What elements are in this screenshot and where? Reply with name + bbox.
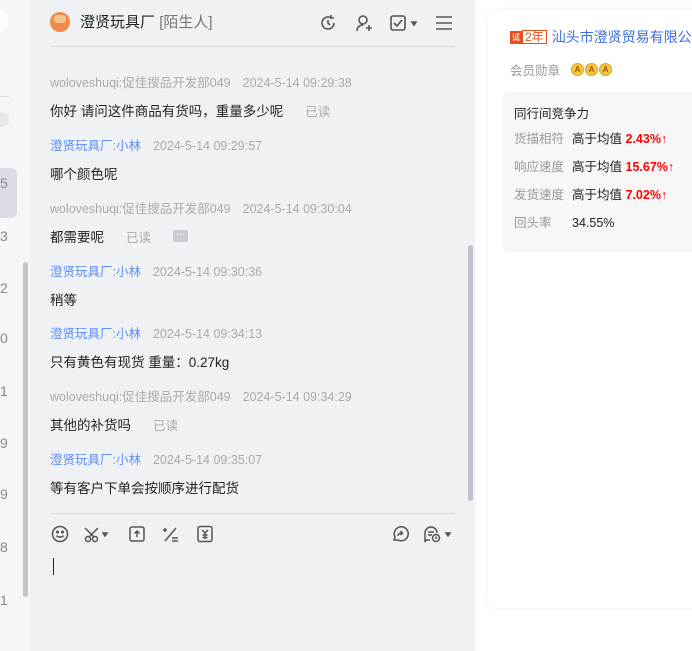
- medal-icon: A: [599, 63, 613, 76]
- timestamp: 2024-5-14 09:29:38: [242, 76, 352, 90]
- metric-desc: 高于均值: [572, 132, 623, 146]
- metric-value: 2.43%: [625, 132, 661, 146]
- message-text: 都需要呢: [50, 230, 104, 245]
- timestamp: 2024-5-14 09:30:36: [152, 265, 263, 279]
- contact-title: 澄贤玩具厂 [陌生人]: [80, 11, 213, 32]
- filter-toggle[interactable]: [0, 112, 9, 127]
- screenshot-dropdown-icon[interactable]: [84, 524, 112, 544]
- metric-row: 回头率 34.55%: [514, 212, 614, 231]
- metric-label: 货描相符: [514, 132, 565, 146]
- message: 澄贤玩具厂:小林 2024-5-14 09:29:57 哪个颜色呢: [50, 135, 262, 183]
- conversation-list-strip: 5 3 2 0 1 9 9 8 1: [0, 0, 30, 651]
- history-icon[interactable]: [317, 12, 339, 34]
- unread-count: 3: [0, 228, 8, 244]
- unread-count: 5: [0, 175, 8, 191]
- sender: 澄贤玩具厂:小林: [50, 139, 141, 153]
- unread-count: 1: [0, 592, 8, 608]
- medal-icon: A: [585, 63, 599, 76]
- message-text: 你好 请问这件商品有货吗，重量多少呢: [50, 104, 284, 119]
- list-scrollbar[interactable]: [23, 262, 28, 597]
- task-dropdown-icon[interactable]: [389, 12, 419, 34]
- payment-icon[interactable]: [195, 524, 215, 544]
- competitiveness-box: 同行间竞争力 货描相符 高于均值 2.43%↑ 响应速度 高于均值 15.67%↑ …: [502, 92, 692, 252]
- metric-row: 响应速度 高于均值 15.67%↑: [514, 156, 674, 175]
- message: woloveshuqi:促佳搜品开发部049 2024-5-14 09:34:29…: [50, 386, 352, 434]
- message: 澄贤玩具厂:小林 2024-5-14 09:30:36 稍等: [50, 261, 262, 309]
- metric-label: 响应速度: [514, 160, 565, 174]
- header-divider: [50, 46, 455, 47]
- contact-avatar[interactable]: [50, 11, 70, 32]
- input-divider: [50, 513, 455, 514]
- avatar: [0, 10, 8, 32]
- read-status: 已读: [153, 418, 179, 433]
- metric-value: 34.55%: [572, 216, 615, 230]
- read-status: 已读: [305, 104, 331, 119]
- chat-scrollbar[interactable]: [468, 245, 473, 501]
- message-text: 只有黄色有现货 重量：0.27kg: [50, 355, 230, 370]
- unread-count: 1: [0, 383, 8, 399]
- sender: woloveshuqi:促佳搜品开发部049: [50, 76, 231, 90]
- more-options-icon[interactable]: ···: [173, 230, 189, 242]
- transfer-icon[interactable]: [390, 524, 410, 544]
- message-text: 稍等: [50, 293, 77, 308]
- message: 澄贤玩具厂:小林 2024-5-14 09:35:07 等有客户下单会按顺序进行配…: [50, 449, 262, 497]
- divider: [0, 96, 9, 97]
- message: woloveshuqi:促佳搜品开发部049 2024-5-14 09:30:04…: [50, 198, 352, 246]
- timestamp: 2024-5-14 09:34:13: [152, 327, 263, 341]
- metric-value: 7.02%: [625, 188, 661, 202]
- chat-header: 澄贤玩具厂 [陌生人]: [50, 11, 213, 32]
- arrow-up-icon: ↑: [660, 188, 668, 202]
- company-row: 诚 2年 汕头市澄贤贸易有限公: [510, 27, 692, 47]
- message-text: 哪个颜色呢: [50, 167, 118, 182]
- sender: 澄贤玩具厂:小林: [50, 265, 141, 279]
- calculator-icon[interactable]: [161, 524, 181, 544]
- message-input[interactable]: [53, 558, 54, 575]
- sender: woloveshuqi:促佳搜品开发部049: [50, 202, 231, 216]
- upload-file-icon[interactable]: [127, 524, 147, 544]
- message: woloveshuqi:促佳搜品开发部049 2024-5-14 09:29:38…: [50, 72, 352, 120]
- quick-reply-dropdown-icon[interactable]: [422, 524, 454, 544]
- unread-count: 9: [0, 486, 8, 502]
- emoji-icon[interactable]: [50, 524, 70, 544]
- integrity-badge-icon: 诚: [510, 30, 522, 44]
- membership-years: 2年: [522, 30, 547, 44]
- timestamp: 2024-5-14 09:30:04: [242, 202, 352, 216]
- metric-desc: 高于均值: [572, 188, 623, 202]
- add-contact-icon[interactable]: [353, 12, 375, 34]
- menu-icon[interactable]: [433, 12, 455, 34]
- sender: woloveshuqi:促佳搜品开发部049: [50, 390, 231, 404]
- timestamp: 2024-5-14 09:35:07: [152, 453, 263, 467]
- metric-value: 15.67%: [625, 160, 668, 174]
- medal-label: 会员勋章: [510, 64, 561, 78]
- contact-tag: [陌生人]: [159, 14, 213, 31]
- contact-name: 澄贤玩具厂: [80, 14, 156, 31]
- company-link[interactable]: 汕头市澄贤贸易有限公: [552, 27, 692, 47]
- message: 澄贤玩具厂:小林 2024-5-14 09:34:13 只有黄色有现货 重量：0.…: [50, 323, 262, 371]
- unread-count: 0: [0, 330, 8, 346]
- unread-count: 2: [0, 280, 8, 296]
- member-medals: 会员勋章 A A A: [510, 60, 613, 79]
- message-text: 其他的补货吗: [50, 418, 131, 433]
- read-status: 已读: [126, 230, 152, 245]
- medal-icon: A: [571, 63, 585, 76]
- chat-panel: 澄贤玩具厂 [陌生人] woloveshuqi:促佳搜品开发部049 2024-5…: [30, 0, 475, 651]
- metric-label: 发货速度: [514, 188, 565, 202]
- arrow-up-icon: ↑: [667, 160, 675, 174]
- competitiveness-title: 同行间竞争力: [514, 107, 590, 121]
- sender: 澄贤玩具厂:小林: [50, 453, 141, 467]
- sender: 澄贤玩具厂:小林: [50, 327, 141, 341]
- timestamp: 2024-5-14 09:34:29: [242, 390, 352, 404]
- metric-row: 货描相符 高于均值 2.43%↑: [514, 128, 667, 147]
- timestamp: 2024-5-14 09:29:57: [152, 139, 263, 153]
- arrow-up-icon: ↑: [660, 132, 668, 146]
- unread-count: 9: [0, 435, 8, 451]
- metric-label: 回头率: [514, 216, 552, 230]
- unread-count: 8: [0, 539, 8, 555]
- metric-row: 发货速度 高于均值 7.02%↑: [514, 184, 667, 203]
- message-text: 等有客户下单会按顺序进行配货: [50, 481, 239, 496]
- metric-desc: 高于均值: [572, 160, 623, 174]
